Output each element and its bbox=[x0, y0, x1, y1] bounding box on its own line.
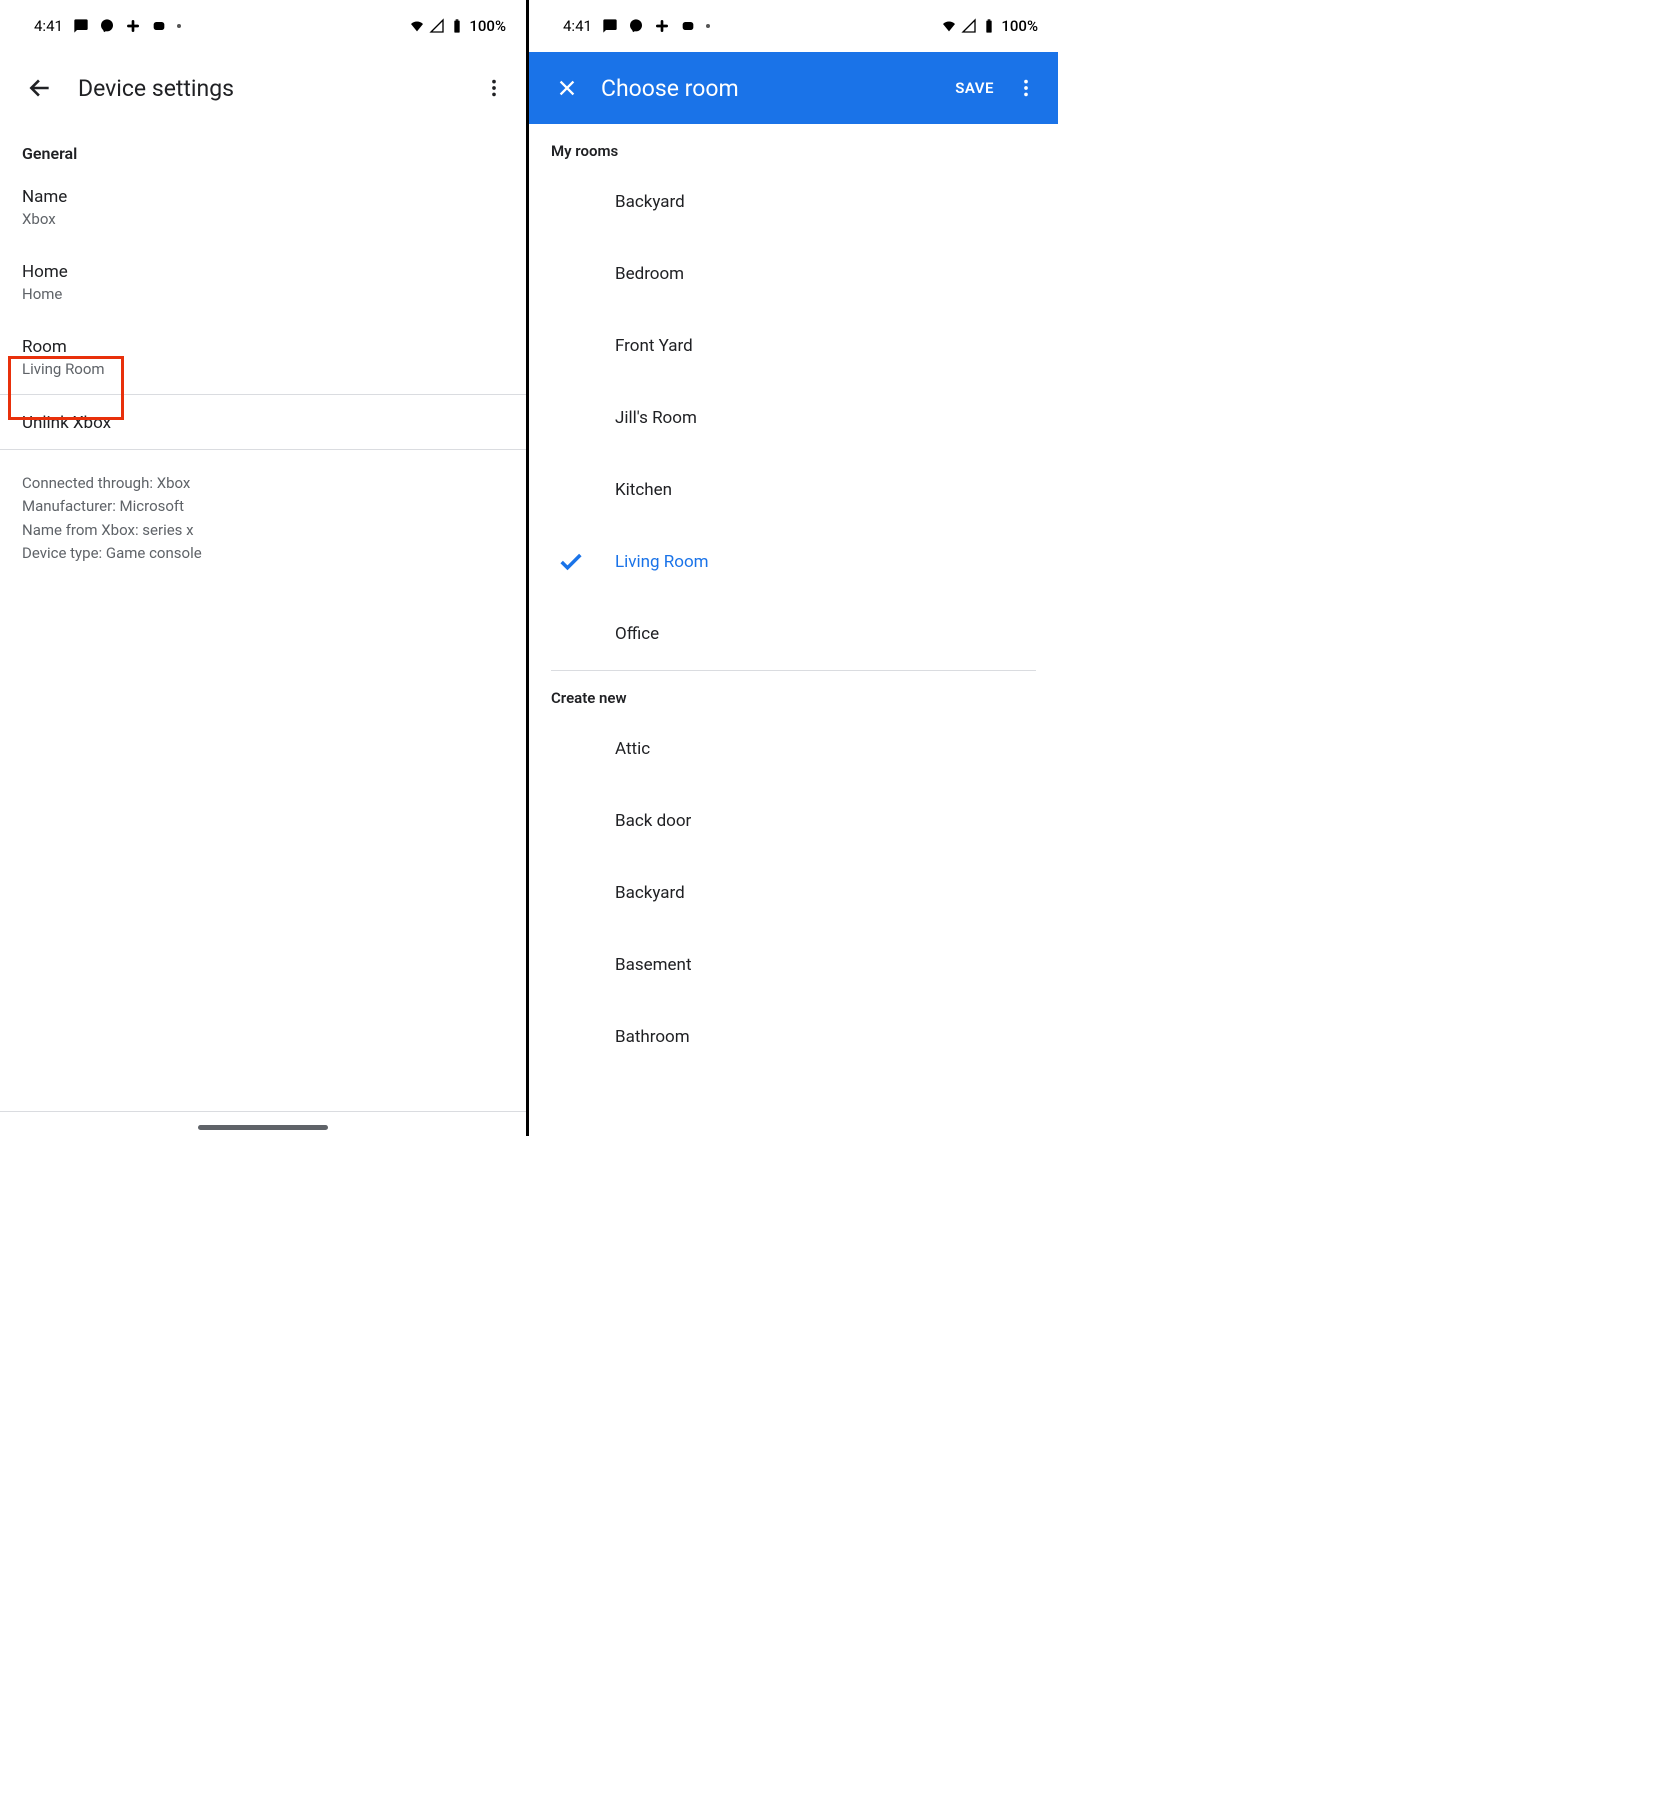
app-bar: Choose room SAVE bbox=[529, 52, 1058, 124]
room-item[interactable]: Back door bbox=[529, 785, 1058, 857]
close-button[interactable] bbox=[547, 68, 587, 108]
meta-device-type: Device type: Game console bbox=[22, 542, 504, 565]
wifi-icon bbox=[941, 18, 957, 34]
row-label: Room bbox=[22, 337, 504, 357]
room-item[interactable]: Attic bbox=[529, 713, 1058, 785]
more-vert-icon bbox=[1015, 77, 1037, 99]
status-bar: 4:41 bbox=[529, 0, 1058, 52]
room-item[interactable]: Front Yard bbox=[529, 310, 1058, 382]
meta-connected: Connected through: Xbox bbox=[22, 472, 504, 495]
battery-icon bbox=[981, 18, 997, 34]
room-item-label: Back door bbox=[615, 811, 691, 831]
room-item-label: Jill's Room bbox=[615, 408, 697, 428]
room-item-label: Backyard bbox=[615, 883, 685, 903]
section-header-create-new: Create new bbox=[529, 671, 1058, 713]
row-value: Xbox bbox=[22, 210, 504, 228]
divider bbox=[0, 1111, 526, 1112]
status-bar: 4:41 bbox=[0, 0, 526, 52]
more-menu-button[interactable] bbox=[1006, 68, 1046, 108]
chat-bubble-icon bbox=[602, 18, 618, 34]
battery-percent: 100% bbox=[469, 17, 506, 35]
wifi-icon bbox=[409, 18, 425, 34]
row-room[interactable]: Room Living Room bbox=[0, 319, 526, 394]
home-pill-icon bbox=[198, 1125, 328, 1130]
row-unlink[interactable]: Unlink Xbox bbox=[0, 395, 526, 449]
room-item-label: Front Yard bbox=[615, 336, 693, 356]
arrow-back-icon bbox=[27, 75, 53, 101]
row-value: Living Room bbox=[22, 360, 504, 378]
room-item[interactable]: Office bbox=[529, 598, 1058, 670]
row-label: Unlink Xbox bbox=[22, 413, 504, 433]
room-item[interactable]: Backyard bbox=[529, 166, 1058, 238]
battery-percent: 100% bbox=[1001, 17, 1038, 35]
app-bar: Device settings bbox=[0, 52, 526, 124]
row-label: Home bbox=[22, 262, 504, 282]
save-button[interactable]: SAVE bbox=[955, 79, 994, 97]
row-home[interactable]: Home Home bbox=[0, 244, 526, 319]
more-vert-icon bbox=[483, 77, 505, 99]
room-item[interactable]: Backyard bbox=[529, 857, 1058, 929]
row-label: Name bbox=[22, 187, 504, 207]
status-time: 4:41 bbox=[563, 17, 592, 35]
signal-icon bbox=[961, 18, 977, 34]
room-item-label: Basement bbox=[615, 955, 692, 975]
meta-name-from: Name from Xbox: series x bbox=[22, 519, 504, 542]
room-item-label: Kitchen bbox=[615, 480, 672, 500]
room-item-label: Living Room bbox=[615, 552, 709, 572]
signal-icon bbox=[429, 18, 445, 34]
status-time: 4:41 bbox=[34, 17, 63, 35]
room-item[interactable]: Living Room bbox=[529, 526, 1058, 598]
meta-manufacturer: Manufacturer: Microsoft bbox=[22, 495, 504, 518]
nav-bar[interactable] bbox=[0, 1125, 526, 1130]
messenger-icon bbox=[99, 18, 115, 34]
room-item-label: Bathroom bbox=[615, 1027, 690, 1047]
room-item[interactable]: Kitchen bbox=[529, 454, 1058, 526]
room-item[interactable]: Bathroom bbox=[529, 1001, 1058, 1073]
room-item[interactable]: Basement bbox=[529, 929, 1058, 1001]
slack-icon bbox=[654, 18, 670, 34]
more-menu-button[interactable] bbox=[474, 68, 514, 108]
section-header-my-rooms: My rooms bbox=[529, 124, 1058, 166]
close-icon bbox=[556, 77, 578, 99]
notification-overflow-icon bbox=[177, 24, 181, 28]
device-metadata: Connected through: Xbox Manufacturer: Mi… bbox=[0, 450, 526, 587]
battery-icon bbox=[449, 18, 465, 34]
slack-icon bbox=[125, 18, 141, 34]
notification-overflow-icon bbox=[706, 24, 710, 28]
room-item[interactable]: Bedroom bbox=[529, 238, 1058, 310]
room-item[interactable]: Jill's Room bbox=[529, 382, 1058, 454]
check-icon bbox=[553, 544, 589, 580]
room-item-label: Backyard bbox=[615, 192, 685, 212]
discord-icon bbox=[151, 18, 167, 34]
room-item-label: Office bbox=[615, 624, 659, 644]
back-button[interactable] bbox=[20, 68, 60, 108]
section-header-general: General bbox=[0, 124, 526, 169]
room-item-label: Attic bbox=[615, 739, 650, 759]
messenger-icon bbox=[628, 18, 644, 34]
page-title: Choose room bbox=[601, 75, 955, 102]
row-name[interactable]: Name Xbox bbox=[0, 169, 526, 244]
discord-icon bbox=[680, 18, 696, 34]
room-item-label: Bedroom bbox=[615, 264, 684, 284]
chat-bubble-icon bbox=[73, 18, 89, 34]
page-title: Device settings bbox=[78, 75, 474, 102]
row-value: Home bbox=[22, 285, 504, 303]
